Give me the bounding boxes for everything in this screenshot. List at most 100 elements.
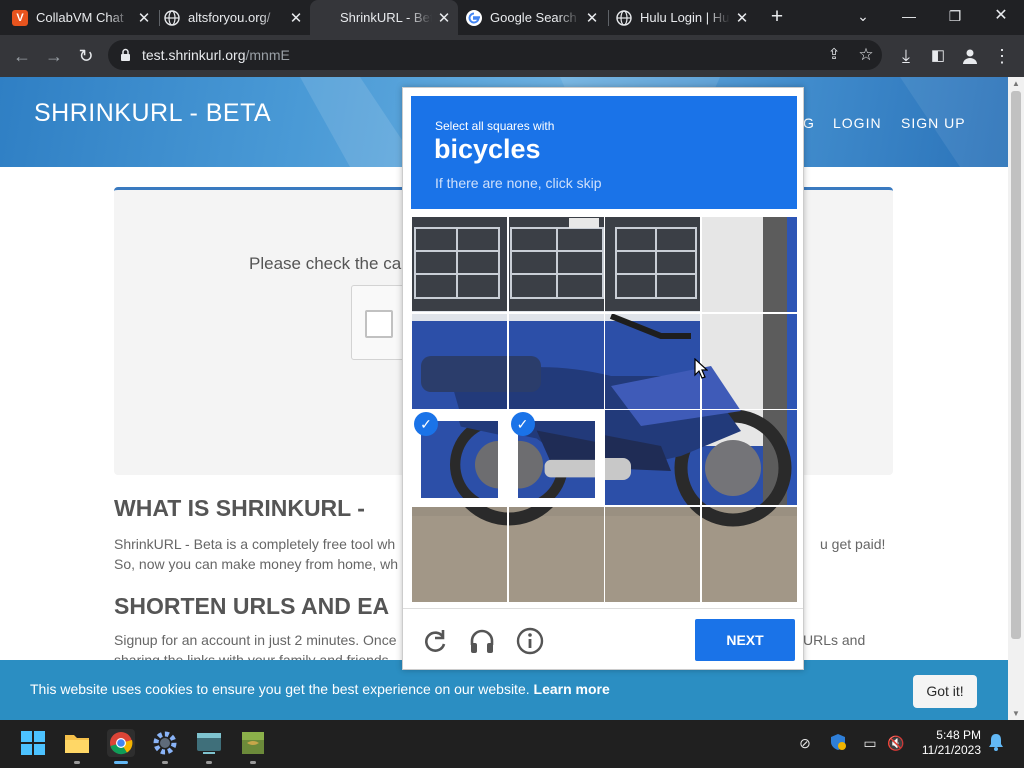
volume-muted-icon[interactable]: 🔇 [886, 733, 906, 753]
minimize-button[interactable]: — [894, 4, 924, 28]
close-tab-icon[interactable]: ✕ [288, 9, 304, 27]
display-icon[interactable]: ▭ [860, 733, 880, 753]
scroll-up-arrow[interactable]: ▲ [1012, 79, 1020, 88]
settings-icon[interactable] [151, 729, 179, 757]
nav-login[interactable]: LOGIN [833, 115, 882, 131]
paragraph-line: Signup for an account in just 2 minutes.… [114, 632, 397, 648]
next-button[interactable]: NEXT [695, 619, 795, 661]
terminal-icon[interactable] [195, 729, 223, 757]
challenge-tile[interactable] [604, 409, 701, 506]
challenge-tile[interactable] [700, 409, 797, 506]
menu-kebab-icon[interactable]: ⋮ [988, 42, 1016, 70]
back-button[interactable]: ← [8, 42, 36, 70]
globe-icon [616, 9, 632, 26]
tab-title: Google Search [490, 10, 577, 25]
checkmark-icon: ✓ [414, 412, 438, 436]
paragraph-line: ShrinkURL - Beta is a completely free to… [114, 536, 396, 552]
close-window-button[interactable]: ✕ [986, 4, 1016, 28]
challenge-tile[interactable] [604, 505, 701, 602]
tab-title: CollabVM Chat [36, 10, 124, 25]
profile-icon[interactable] [956, 42, 984, 70]
windows-start-icon[interactable] [19, 729, 47, 757]
side-panel-icon[interactable]: ◧ [924, 42, 952, 70]
challenge-tile[interactable] [700, 505, 797, 602]
cookie-accept-button[interactable]: Got it! [913, 675, 977, 708]
site-logo[interactable]: SHRINKURL - BETA [34, 99, 271, 128]
challenge-tile[interactable] [604, 216, 701, 313]
close-tab-icon[interactable]: ✕ [436, 9, 452, 27]
tab-search-icon[interactable]: ⌄ [848, 4, 878, 28]
challenge-tile[interactable] [700, 216, 797, 313]
paragraph-line: u get paid! [820, 536, 886, 552]
nav-sign-up[interactable]: SIGN UP [901, 115, 966, 131]
captcha-checkbox[interactable] [365, 310, 393, 338]
tab-collabvm[interactable]: V CollabVM Chat ✕ [12, 0, 158, 35]
nav-link-partial[interactable]: G [803, 115, 815, 131]
refresh-icon[interactable] [421, 627, 449, 655]
challenge-header: Select all squares with bicycles If ther… [411, 96, 797, 209]
challenge-tile[interactable] [411, 505, 508, 602]
browser-tab-strip: V CollabVM Chat ✕ altsforyou.org/ ✕ Shri… [0, 0, 1024, 35]
clock-date: 11/21/2023 [921, 743, 981, 757]
security-shield-icon[interactable] [828, 733, 848, 753]
learn-more-link[interactable]: Learn more [534, 681, 610, 697]
challenge-tile-selected[interactable]: ✓ [411, 409, 508, 506]
challenge-tile[interactable] [507, 505, 605, 602]
challenge-tile[interactable] [411, 312, 508, 410]
bookmark-star-icon[interactable]: ☆ [852, 41, 880, 69]
scroll-down-arrow[interactable]: ▼ [1012, 709, 1020, 718]
tab-title: ShrinkURL - Beta [340, 10, 432, 25]
google-icon [466, 9, 482, 26]
challenge-tile[interactable] [507, 216, 605, 313]
clock-time: 5:48 PM [936, 728, 981, 742]
challenge-skip-hint: If there are none, click skip [435, 175, 602, 191]
share-icon[interactable]: ⇪ [820, 41, 848, 69]
challenge-tile[interactable] [507, 312, 605, 410]
challenge-tile[interactable] [700, 312, 797, 410]
cookie-text: This website uses cookies to ensure you … [30, 681, 610, 697]
taskbar-indicator [206, 761, 212, 764]
restore-button[interactable]: ❐ [940, 4, 970, 28]
taskbar-indicator [162, 761, 168, 764]
minecraft-icon[interactable] [239, 729, 267, 757]
tab-shrinkurl[interactable]: ShrinkURL - Beta ✕ [310, 0, 458, 35]
checkmark-icon: ✓ [510, 412, 535, 436]
headphones-icon[interactable] [468, 627, 496, 655]
globe-icon [164, 9, 180, 26]
tab-hulu-login[interactable]: Hulu Login | Hulu ✕ [616, 0, 756, 35]
tab-title: altsforyou.org/ [188, 10, 271, 25]
file-explorer-icon[interactable] [63, 729, 91, 757]
challenge-tile-selected[interactable]: ✓ [507, 409, 605, 506]
download-icon[interactable]: ⤓ [892, 42, 920, 70]
notification-bell-icon[interactable] [986, 733, 1006, 753]
tab-google-search[interactable]: Google Search ✕ [466, 0, 606, 35]
challenge-tile[interactable] [411, 216, 508, 313]
info-icon[interactable] [516, 627, 544, 655]
lock-icon[interactable] [120, 48, 131, 62]
reload-button[interactable]: ↻ [72, 42, 100, 70]
close-tab-icon[interactable]: ✕ [136, 9, 152, 27]
new-tab-button[interactable]: + [766, 6, 788, 28]
network-disconnected-icon[interactable]: ⊘ [795, 733, 815, 753]
forward-button[interactable]: → [40, 42, 68, 70]
chrome-icon[interactable] [107, 729, 135, 757]
close-tab-icon[interactable]: ✕ [584, 9, 600, 27]
address-bar[interactable]: test.shrinkurl.org/mnmE ⇪ ☆ [108, 40, 882, 70]
page-scrollbar[interactable]: ▲ ▼ [1008, 77, 1024, 720]
browser-toolbar: ← → ↻ test.shrinkurl.org/mnmE ⇪ ☆ ⤓ ◧ ⋮ [0, 35, 1024, 77]
challenge-instruction: Select all squares with [435, 119, 555, 133]
challenge-tile[interactable] [604, 312, 701, 410]
collabvm-icon: V [12, 9, 28, 26]
hcaptcha-challenge: Select all squares with bicycles If ther… [402, 87, 804, 670]
paragraph-line: URLs and [803, 632, 866, 648]
challenge-target: bicycles [434, 134, 541, 164]
heading-shorten-urls: SHORTEN URLS AND EA [114, 593, 390, 619]
paragraph-line: So, now you can make money from home, wh [114, 556, 399, 572]
system-clock[interactable]: 5:48 PM 11/21/2023 [905, 728, 981, 758]
heading-what-is: WHAT IS SHRINKURL - [114, 495, 365, 521]
tab-altsforyou[interactable]: altsforyou.org/ ✕ [164, 0, 310, 35]
challenge-image-grid: ✓ ✓ [411, 216, 797, 602]
mouse-cursor-icon [694, 358, 708, 379]
scrollbar-thumb[interactable] [1011, 91, 1021, 639]
close-tab-icon[interactable]: ✕ [734, 9, 750, 27]
